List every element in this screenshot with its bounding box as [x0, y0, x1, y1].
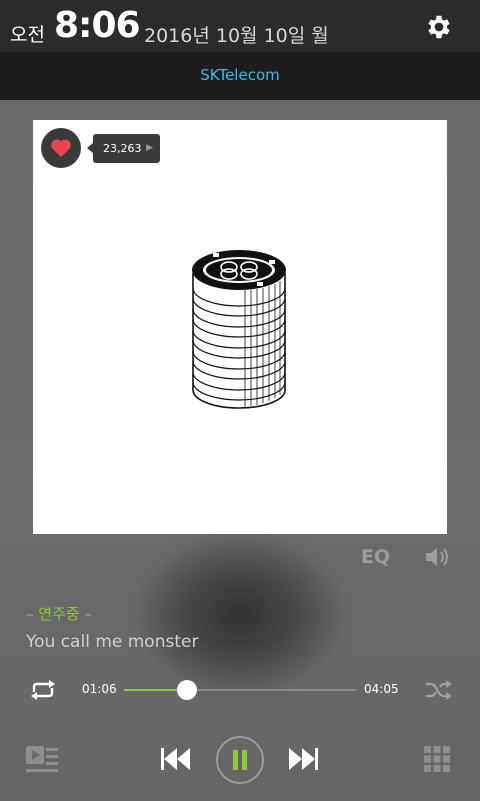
seek-bar-thumb[interactable]: [176, 680, 197, 700]
ampm-label: 오전: [10, 24, 45, 46]
pause-button[interactable]: [216, 736, 264, 784]
album-art[interactable]: 23,263 ▶: [33, 120, 447, 534]
status-bar: 오전 8:06 2016년 10월 10일 월: [0, 0, 480, 52]
seek-bar[interactable]: [124, 680, 356, 700]
pause-icon: [233, 750, 247, 770]
repeat-icon[interactable]: [28, 678, 58, 702]
carrier-label: SKTelecom: [200, 66, 280, 84]
gear-icon[interactable]: [424, 12, 454, 42]
playback-status: – 연주중 –: [26, 605, 92, 623]
shuffle-icon[interactable]: [424, 680, 452, 700]
current-time: 01:06: [82, 682, 117, 696]
clock: 8:06: [54, 5, 141, 46]
blurred-background-art: [130, 530, 350, 700]
carrier-bar: SKTelecom: [0, 52, 480, 100]
grid-menu-icon[interactable]: [424, 746, 450, 772]
previous-icon[interactable]: [160, 746, 192, 772]
playlist-icon[interactable]: [26, 744, 58, 774]
total-time: 04:05: [364, 682, 399, 696]
music-player: 23,263 ▶ EQ – 연주중 – You call me monster …: [0, 100, 480, 801]
album-cover-drawing: [192, 250, 286, 409]
eq-button[interactable]: EQ: [361, 546, 390, 568]
date-label: 2016년 10월 10일 월: [144, 25, 329, 47]
lyric-line: You call me monster: [26, 632, 199, 652]
next-icon[interactable]: [287, 746, 319, 772]
volume-icon[interactable]: [424, 546, 450, 568]
